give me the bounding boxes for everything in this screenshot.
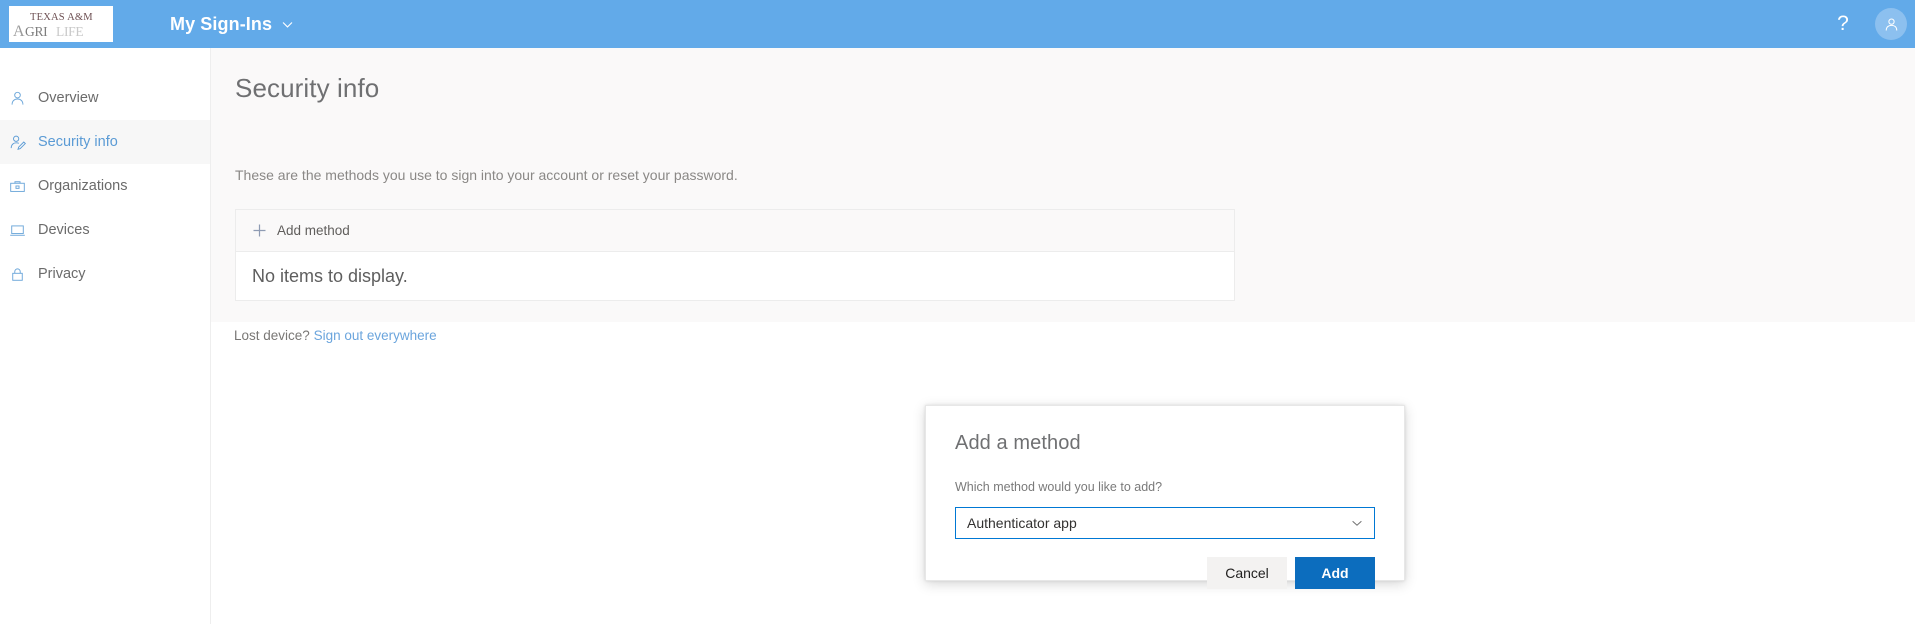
svg-text:GRI: GRI [25,24,48,39]
lock-icon [9,266,35,283]
chevron-down-icon[interactable] [281,18,294,31]
person-icon [9,90,35,107]
top-navigation-bar: TEXAS A&M A GRI LIFE My Sign-Ins ? [0,0,1915,48]
user-avatar-icon [1875,8,1907,40]
sidebar-item-privacy[interactable]: Privacy [0,252,210,296]
sidebar-item-devices[interactable]: Devices [0,208,210,252]
sidebar-item-overview[interactable]: Overview [0,76,210,120]
sidebar-item-label: Organizations [38,178,128,194]
avatar[interactable] [1867,0,1915,48]
svg-text:LIFE: LIFE [56,24,83,39]
page-subtitle: These are the methods you use to sign in… [235,167,738,183]
methods-empty-state: No items to display. [236,252,1234,300]
texas-am-agrilife-logo[interactable]: TEXAS A&M A GRI LIFE [9,6,113,42]
panel-toolbar: Add method [236,210,1234,252]
add-method-button[interactable]: Add method [252,223,350,238]
sidebar-item-label: Devices [38,222,90,238]
question-mark-icon[interactable]: ? [1819,0,1867,48]
svg-text:A: A [13,23,25,40]
add-method-label: Add method [277,223,350,238]
chevron-down-icon [1350,516,1364,530]
plus-icon [252,223,267,238]
main-content: Security info These are the methods you … [211,48,1915,624]
security-methods-panel: Add method No items to display. [235,209,1235,301]
page-title: Security info [235,73,380,103]
sidebar-navigation: Overview Security info Organizations Dev… [0,48,211,624]
add-method-dialog: Add a method Which method would you like… [925,405,1405,589]
sidebar-item-security-info[interactable]: Security info [0,120,210,164]
sidebar-item-label: Security info [38,134,118,150]
help-label: ? [1837,12,1849,35]
svg-text:TEXAS A&M: TEXAS A&M [30,12,93,23]
dialog-question-label: Which method would you like to add? [955,480,1163,494]
dialog-title: Add a method [955,432,1081,454]
add-button[interactable]: Add [1295,557,1375,589]
topbar-actions: ? [1819,0,1915,48]
sidebar-item-organizations[interactable]: Organizations [0,164,210,208]
person-edit-icon [9,134,35,151]
method-select[interactable]: Authenticator app [955,507,1375,539]
lost-device-prompt: Lost device? [234,328,310,343]
lost-device-row: Lost device? Sign out everywhere [234,328,437,343]
app-title[interactable]: My Sign-Ins [170,14,272,35]
security-info-section: Security info These are the methods you … [211,48,1915,343]
laptop-icon [9,222,35,239]
sidebar-item-label: Privacy [38,266,86,282]
sign-out-everywhere-link[interactable]: Sign out everywhere [314,328,437,343]
briefcase-icon [9,178,35,195]
method-select-value: Authenticator app [967,515,1077,531]
dialog-actions: Cancel Add [955,557,1375,589]
sidebar-item-label: Overview [38,90,99,106]
cancel-button[interactable]: Cancel [1207,557,1287,589]
